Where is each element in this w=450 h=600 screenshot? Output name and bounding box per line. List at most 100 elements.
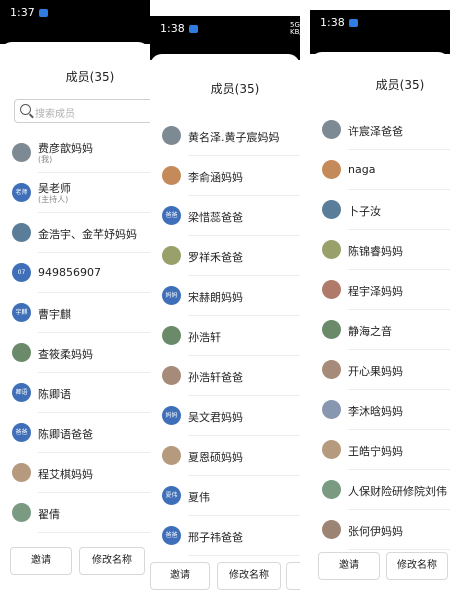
member-list: 费彦歆妈妈 (我) 老师 吴老师 (主持人) 金浩宇、金芊妤妈妈 07 949856907 宇麒… <box>0 133 150 533</box>
member-name: 夏恩硕妈妈 <box>188 451 243 464</box>
member-avatar <box>162 126 181 145</box>
status-time: 1:37 <box>10 6 35 19</box>
member-row[interactable]: 爸爸 陈卿语爸爸 <box>0 413 150 453</box>
member-row[interactable]: 卿语 陈卿语 <box>0 373 150 413</box>
member-row[interactable]: 费彦歆妈妈 (我) <box>0 133 150 173</box>
member-name: 翟倩 <box>38 508 60 521</box>
member-name: 卜子汝 <box>348 205 381 218</box>
member-row[interactable]: 孙浩轩爸爸 <box>150 356 300 396</box>
member-avatar <box>162 326 181 345</box>
screen-3: 1:38 成员(35) 许宸泽爸爸 naga 卜子汝 陈锦睿妈妈 程宇泽妈妈 静海之音 开心… <box>310 10 450 600</box>
rename-button[interactable]: 修改名称 <box>79 547 145 575</box>
member-role: (主持人) <box>38 195 69 204</box>
footer-bar: 邀请 修改名称 <box>310 552 450 588</box>
member-row[interactable]: 金浩宇、金芊妤妈妈 <box>0 213 150 253</box>
invite-button[interactable]: 邀请 <box>150 562 210 590</box>
screen-2: 1:38 5G KB/s 成员(35) 黄名泽.黄子宸妈妈李俞涵妈妈爸爸梁惜蕊爸… <box>150 16 300 600</box>
speed-unit: KB/s <box>290 28 300 36</box>
member-name: 罗祥禾爸爸 <box>188 251 243 264</box>
member-row[interactable]: 程艾棋妈妈 <box>0 453 150 493</box>
member-avatar <box>322 480 341 499</box>
member-name: 许宸泽爸爸 <box>348 125 403 138</box>
member-row[interactable]: 卜子汝 <box>310 190 450 230</box>
member-row[interactable]: 静海之音 <box>310 310 450 350</box>
member-row[interactable]: 07 949856907 <box>0 253 150 293</box>
member-row[interactable]: 罗祥禾爸爸 <box>150 236 300 276</box>
more-button[interactable] <box>286 562 300 590</box>
member-name: 李沐晗妈妈 <box>348 405 403 418</box>
member-row[interactable]: naga <box>310 150 450 190</box>
member-name: 李俞涵妈妈 <box>188 171 243 184</box>
member-row[interactable]: 人保财险研修院刘伟 <box>310 470 450 510</box>
member-name: 陈卿语爸爸 <box>38 428 93 441</box>
member-name: 949856907 <box>38 266 101 279</box>
member-avatar <box>322 120 341 139</box>
rename-button[interactable]: 修改名称 <box>386 552 448 580</box>
member-avatar <box>162 446 181 465</box>
member-name: 王皓宁妈妈 <box>348 445 403 458</box>
invite-button[interactable]: 邀请 <box>10 547 72 575</box>
member-role: (我) <box>38 155 53 164</box>
member-row[interactable]: 宇麒 曹宇麒 <box>0 293 150 333</box>
member-avatar: 老师 <box>12 183 31 202</box>
member-row[interactable]: 张何伊妈妈 <box>310 510 450 550</box>
member-name: 吴文君妈妈 <box>188 411 243 424</box>
member-avatar <box>322 240 341 259</box>
member-avatar <box>322 360 341 379</box>
status-time: 1:38 <box>320 16 345 29</box>
member-row[interactable]: 陈锦睿妈妈 <box>310 230 450 270</box>
member-row[interactable]: 王皓宁妈妈 <box>310 430 450 470</box>
member-name: 曹宇麒 <box>38 308 71 321</box>
member-sheet: 成员(35) 搜索成员 费彦歆妈妈 (我) 老师 吴老师 (主持人) 金浩宇、金芊妤妈妈 0… <box>0 42 150 600</box>
status-indicator-icon <box>348 19 358 27</box>
row-divider <box>188 555 300 556</box>
member-list: 许宸泽爸爸 naga 卜子汝陈锦睿妈妈程宇泽妈妈静海之音开心果妈妈李沐晗妈妈王皓宁妈… <box>310 110 450 550</box>
member-avatar <box>322 280 341 299</box>
member-row[interactable]: 李俞涵妈妈 <box>150 156 300 196</box>
member-row[interactable]: 老师 吴老师 (主持人) <box>0 173 150 213</box>
member-avatar: 妈妈 <box>162 406 181 425</box>
member-avatar: 爸爸 <box>162 526 181 545</box>
member-name: 黄名泽.黄子宸妈妈 <box>188 131 280 144</box>
member-row[interactable]: 妈妈 宋赫朗妈妈 <box>150 276 300 316</box>
member-name: 静海之音 <box>348 325 392 338</box>
member-row[interactable]: 妈妈 吴文君妈妈 <box>150 396 300 436</box>
row-divider <box>348 549 450 550</box>
member-avatar: 妈妈 <box>162 286 181 305</box>
member-row[interactable]: 爸爸 邢子祎爸爸 <box>150 516 300 556</box>
status-bar: 1:38 <box>310 10 450 54</box>
member-name: 程宇泽妈妈 <box>348 285 403 298</box>
status-bar: 1:37 <box>0 0 150 44</box>
member-name: 宋赫朗妈妈 <box>188 291 243 304</box>
screen-1: 1:37 成员(35) 搜索成员 费彦歆妈妈 (我) 老师 吴老师 (主持人) 金浩宇、金… <box>0 0 150 600</box>
member-name: 陈卿语 <box>38 388 71 401</box>
search-input[interactable]: 搜索成员 <box>14 99 150 123</box>
member-sheet: 成员(35) 许宸泽爸爸 naga 卜子汝 陈锦睿妈妈 程宇泽妈妈 静海之音 开心果妈妈 李沐… <box>310 52 450 600</box>
row-divider <box>38 532 150 533</box>
member-row[interactable]: 爸爸 梁惜蕊爸爸 <box>150 196 300 236</box>
member-row[interactable]: 程宇泽妈妈 <box>310 270 450 310</box>
member-row[interactable]: 黄名泽.黄子宸妈妈 <box>150 116 300 156</box>
member-avatar <box>322 200 341 219</box>
member-row[interactable]: 夏恩硕妈妈 <box>150 436 300 476</box>
member-row[interactable]: 许宸泽爸爸 <box>310 110 450 150</box>
member-avatar <box>322 440 341 459</box>
member-row[interactable]: 开心果妈妈 <box>310 350 450 390</box>
status-indicator-icon <box>38 9 48 17</box>
member-avatar <box>12 463 31 482</box>
member-avatar: 爸爸 <box>12 423 31 442</box>
network-speed: 5G KB/s <box>290 22 300 36</box>
member-avatar: 卿语 <box>12 383 31 402</box>
member-row[interactable]: 翟倩 <box>0 493 150 533</box>
invite-button[interactable]: 邀请 <box>318 552 380 580</box>
member-row[interactable]: 查筱柔妈妈 <box>0 333 150 373</box>
member-name: 人保财险研修院刘伟 <box>348 485 447 498</box>
member-row[interactable]: 夏伟 夏伟 <box>150 476 300 516</box>
member-row[interactable]: 李沐晗妈妈 <box>310 390 450 430</box>
search-placeholder: 搜索成员 <box>35 109 75 120</box>
member-name: 陈锦睿妈妈 <box>348 245 403 258</box>
member-avatar: 宇麒 <box>12 303 31 322</box>
rename-button[interactable]: 修改名称 <box>217 562 281 590</box>
member-name: 邢子祎爸爸 <box>188 531 243 544</box>
member-row[interactable]: 孙浩轩 <box>150 316 300 356</box>
